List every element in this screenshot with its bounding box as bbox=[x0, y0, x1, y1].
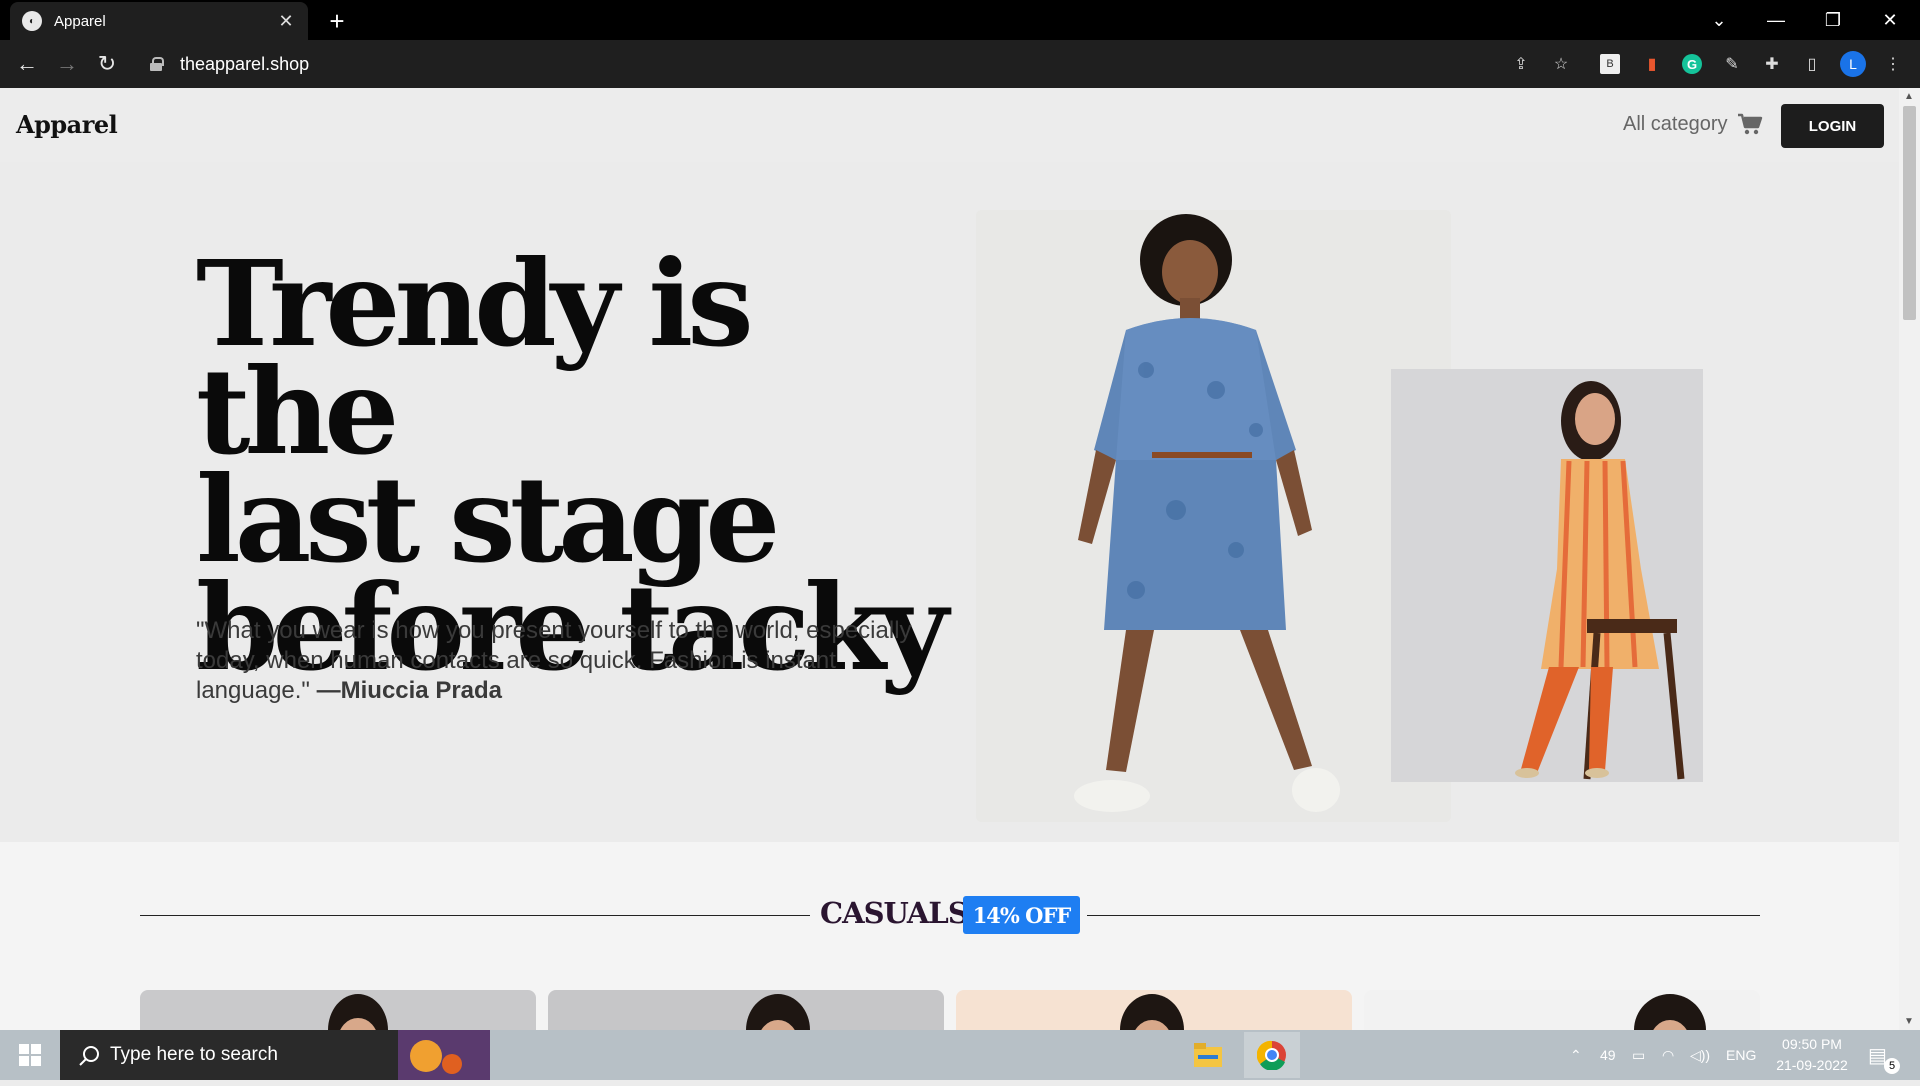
site-favicon-icon: ◐ bbox=[22, 11, 42, 31]
browser-toolbar: ← → ↻ theapparel.shop ⇪ ☆ B ▮ G ✎ ✚ ▯ L … bbox=[0, 40, 1920, 88]
chrome-taskbar-icon[interactable] bbox=[1244, 1032, 1300, 1078]
url-text: theapparel.shop bbox=[180, 53, 310, 74]
browser-menu-icon[interactable]: ⋮ bbox=[1881, 52, 1905, 76]
taskbar-clock[interactable]: 09:50 PM 21-09-2022 bbox=[1762, 1034, 1862, 1076]
tray-weather-number[interactable]: 49 bbox=[1600, 1030, 1616, 1080]
extensions-puzzle-icon[interactable]: ✚ bbox=[1760, 52, 1784, 76]
clock-time: 09:50 PM bbox=[1782, 1036, 1842, 1052]
side-panel-icon[interactable]: ▯ bbox=[1800, 52, 1824, 76]
search-placeholder: Type here to search bbox=[110, 1044, 278, 1065]
language-indicator[interactable]: ENG bbox=[1726, 1030, 1756, 1080]
product-card[interactable] bbox=[1364, 990, 1760, 1030]
notifications-icon[interactable]: ▤ bbox=[1868, 1030, 1887, 1080]
svg-text:G: G bbox=[1687, 57, 1697, 72]
bookmark-star-icon[interactable]: ☆ bbox=[1549, 52, 1573, 76]
windows-taskbar: Type here to search ⌃ 49 ▭ ◠ ◁)) ENG 09:… bbox=[0, 1030, 1920, 1080]
quote-text: "What you wear is how you present yourse… bbox=[196, 617, 912, 704]
back-button[interactable]: ← bbox=[11, 48, 43, 80]
scroll-up-icon[interactable]: ▲ bbox=[1904, 91, 1914, 102]
file-explorer-icon[interactable] bbox=[1180, 1032, 1236, 1078]
quote-author: —Miuccia Prada bbox=[316, 677, 503, 704]
grammarly-icon[interactable]: G bbox=[1680, 52, 1704, 76]
start-button[interactable] bbox=[0, 1030, 60, 1080]
restore-button[interactable]: ❐ bbox=[1805, 0, 1861, 40]
tab-search-button[interactable]: ⌄ bbox=[1691, 0, 1747, 40]
volume-icon[interactable]: ◁)) bbox=[1690, 1030, 1710, 1080]
lock-icon bbox=[150, 57, 164, 71]
wifi-icon[interactable]: ◠ bbox=[1662, 1030, 1674, 1080]
headline-line: Trendy is the bbox=[196, 234, 754, 481]
window-close-button[interactable]: ✕ bbox=[1862, 0, 1918, 40]
notification-count-badge: 5 bbox=[1884, 1058, 1900, 1074]
show-hidden-icons[interactable]: ⌃ bbox=[1570, 1030, 1582, 1080]
reload-button[interactable]: ↻ bbox=[91, 48, 123, 80]
divider-line bbox=[140, 915, 810, 916]
search-icon bbox=[79, 1046, 99, 1066]
clock-date: 21-09-2022 bbox=[1776, 1057, 1848, 1073]
scroll-down-icon[interactable]: ▼ bbox=[1904, 1016, 1914, 1027]
search-highlight-image bbox=[398, 1030, 490, 1080]
battery-icon[interactable]: ▭ bbox=[1632, 1030, 1645, 1080]
new-tab-button[interactable]: + bbox=[322, 6, 352, 36]
model-photo-striped-kurta bbox=[1391, 369, 1703, 782]
hero-section: Trendy is the last stage before tacky "W… bbox=[0, 162, 1899, 842]
page-scrollbar[interactable]: ▲ ▼ bbox=[1899, 88, 1920, 1030]
taskbar-search-box[interactable]: Type here to search bbox=[60, 1030, 490, 1080]
product-card[interactable] bbox=[956, 990, 1352, 1030]
site-logo[interactable]: Apparel bbox=[16, 110, 118, 139]
address-bar[interactable]: theapparel.shop bbox=[140, 46, 1570, 82]
discount-badge: 14% OFF bbox=[963, 896, 1080, 934]
share-icon[interactable]: ⇪ bbox=[1509, 52, 1533, 76]
browser-tab-bar: ◐ Apparel ✕ + ⌄ — ❐ ✕ bbox=[0, 0, 1920, 40]
product-card[interactable] bbox=[140, 990, 536, 1030]
all-category-link[interactable]: All category bbox=[1623, 113, 1728, 136]
hero-quote: "What you wear is how you present yourse… bbox=[196, 616, 956, 706]
extension-b-icon[interactable]: B bbox=[1600, 54, 1620, 74]
section-title: CASUALS bbox=[820, 896, 969, 930]
casuals-section-header: CASUALS 14% OFF bbox=[140, 894, 1760, 934]
browser-tab[interactable]: ◐ Apparel ✕ bbox=[10, 2, 308, 40]
divider-line bbox=[1087, 915, 1760, 916]
web-page: Apparel All category LOGIN Trendy is the… bbox=[0, 88, 1899, 1030]
minimize-button[interactable]: — bbox=[1748, 0, 1804, 40]
forward-button[interactable]: → bbox=[51, 48, 83, 80]
login-button[interactable]: LOGIN bbox=[1781, 104, 1884, 148]
close-tab-icon[interactable]: ✕ bbox=[276, 11, 296, 31]
windows-logo-icon bbox=[19, 1044, 41, 1066]
pen-extension-icon[interactable]: ✎ bbox=[1720, 52, 1744, 76]
extension-red-icon[interactable]: ▮ bbox=[1640, 52, 1664, 76]
site-header: Apparel All category LOGIN bbox=[0, 88, 1899, 162]
tab-title: Apparel bbox=[54, 12, 106, 30]
shopping-cart-icon[interactable] bbox=[1737, 113, 1763, 135]
product-card[interactable] bbox=[548, 990, 944, 1030]
profile-avatar[interactable]: L bbox=[1840, 51, 1866, 77]
scrollbar-thumb[interactable] bbox=[1903, 106, 1916, 320]
model-photo-denim-dress bbox=[976, 210, 1451, 822]
